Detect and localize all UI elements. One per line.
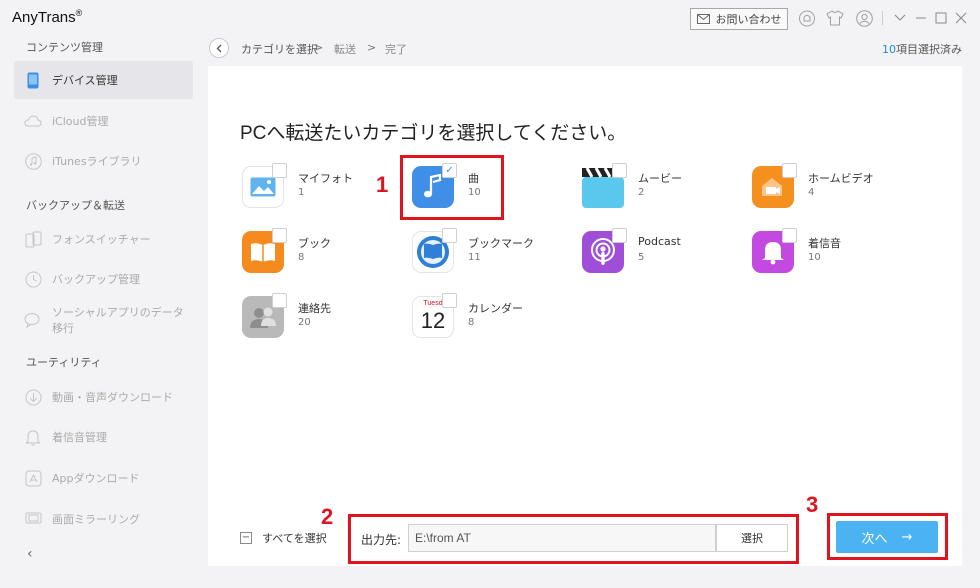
annotation-step-2: 2: [321, 504, 334, 529]
category-calendar[interactable]: Tuesd 12 カレンダー 8: [412, 293, 572, 342]
annotation-highlight-songs: [400, 155, 504, 220]
mail-icon: [696, 14, 710, 24]
clock-icon: [24, 270, 42, 288]
back-button[interactable]: [209, 38, 229, 58]
breadcrumb-separator: >: [314, 41, 324, 54]
contact-button[interactable]: お問い合わせ: [690, 8, 788, 30]
annotation-step-1: 1: [376, 172, 389, 197]
category-checkbox[interactable]: [272, 228, 287, 243]
download-icon: [24, 388, 42, 406]
notification-bell-icon[interactable]: [798, 9, 816, 27]
sidebar-item-backup-manager[interactable]: バックアップ管理: [14, 260, 193, 298]
sidebar-item-app-download[interactable]: Appダウンロード: [14, 459, 193, 497]
app-store-icon: [24, 469, 42, 487]
title-bar: AnyTrans® お問い合わせ: [0, 0, 980, 34]
sidebar-item-ringtone-manager[interactable]: 着信音管理: [14, 418, 193, 456]
category-checkbox[interactable]: [442, 228, 457, 243]
sidebar-item-screen-mirroring[interactable]: 画面ミラーリング: [14, 500, 193, 538]
phone-switch-icon: [24, 230, 42, 248]
breadcrumb-step-complete: 完了: [385, 43, 407, 56]
sidebar-section-utility: ユーティリティ: [26, 356, 102, 369]
phone-icon: [24, 71, 42, 89]
sidebar-item-device-manager[interactable]: デバイス管理: [14, 61, 193, 99]
category-books[interactable]: ブック 8: [242, 228, 402, 277]
category-checkbox[interactable]: [612, 163, 627, 178]
category-movies[interactable]: ムービー 2: [582, 163, 742, 212]
sidebar-section-content: コンテンツ管理: [26, 41, 103, 54]
sidebar-item-itunes-library[interactable]: iTunesライブラリ: [14, 142, 193, 180]
skin-shirt-icon[interactable]: [826, 9, 844, 27]
next-button[interactable]: 次へ →: [836, 521, 938, 553]
chat-icon: [24, 311, 42, 329]
category-checkbox[interactable]: [272, 163, 287, 178]
select-all-label: すべてを選択: [262, 532, 327, 545]
minimize-icon[interactable]: [912, 9, 930, 27]
bell-icon: [24, 428, 42, 446]
sidebar-item-social-app-transfer[interactable]: ソーシャルアプリのデータ移行: [14, 301, 193, 339]
annotation-step-3: 3: [806, 492, 819, 517]
page-title: PCへ転送たいカテゴリを選択してください。: [240, 123, 627, 144]
breadcrumb-separator: >: [367, 41, 377, 54]
category-checkbox[interactable]: [442, 293, 457, 308]
chevron-left-icon: [216, 44, 222, 52]
category-checkbox[interactable]: [782, 163, 797, 178]
browse-button[interactable]: 選択: [716, 524, 788, 552]
titlebar-divider: [882, 11, 883, 25]
arrow-right-icon: →: [901, 529, 913, 545]
breadcrumb-step-category: カテゴリを選択: [241, 43, 318, 56]
select-all[interactable]: − すべてを選択: [240, 530, 327, 546]
output-path-field[interactable]: E:\from AT: [408, 524, 716, 552]
category-contacts[interactable]: 連絡先 20: [242, 293, 402, 342]
menu-chevron-icon[interactable]: [891, 9, 909, 27]
screen-icon: [24, 510, 42, 528]
select-all-checkbox[interactable]: −: [240, 532, 252, 544]
category-home-video[interactable]: ホームビデオ 4: [752, 163, 912, 212]
output-label: 出力先:: [361, 533, 402, 547]
maximize-icon[interactable]: [932, 9, 950, 27]
sidebar-section-backup: バックアップ＆転送: [26, 199, 125, 212]
breadcrumb-step-transfer: 転送: [334, 43, 356, 56]
category-ringtones[interactable]: 着信音 10: [752, 228, 912, 277]
category-bookmarks[interactable]: ブックマーク 11: [412, 228, 572, 277]
account-icon[interactable]: [855, 9, 873, 27]
sidebar: コンテンツ管理 デバイス管理 iCloud管理 iTunesライブラリ バックア…: [0, 34, 205, 588]
music-note-icon: [24, 152, 42, 170]
sidebar-item-icloud[interactable]: iCloud管理: [14, 102, 193, 140]
app-title: AnyTrans®: [12, 8, 83, 26]
selected-count: 10項目選択済み: [882, 43, 962, 56]
category-podcast[interactable]: Podcast 5: [582, 228, 742, 277]
close-icon[interactable]: [952, 9, 970, 27]
collapse-sidebar-icon[interactable]: ‹: [27, 546, 33, 562]
sidebar-item-media-download[interactable]: 動画・音声ダウンロード: [14, 378, 193, 416]
sidebar-item-phone-switcher[interactable]: フォンスイッチャー: [14, 220, 193, 258]
category-checkbox[interactable]: [782, 228, 797, 243]
category-checkbox[interactable]: [272, 293, 287, 308]
cloud-icon: [24, 112, 42, 130]
category-checkbox[interactable]: [612, 228, 627, 243]
